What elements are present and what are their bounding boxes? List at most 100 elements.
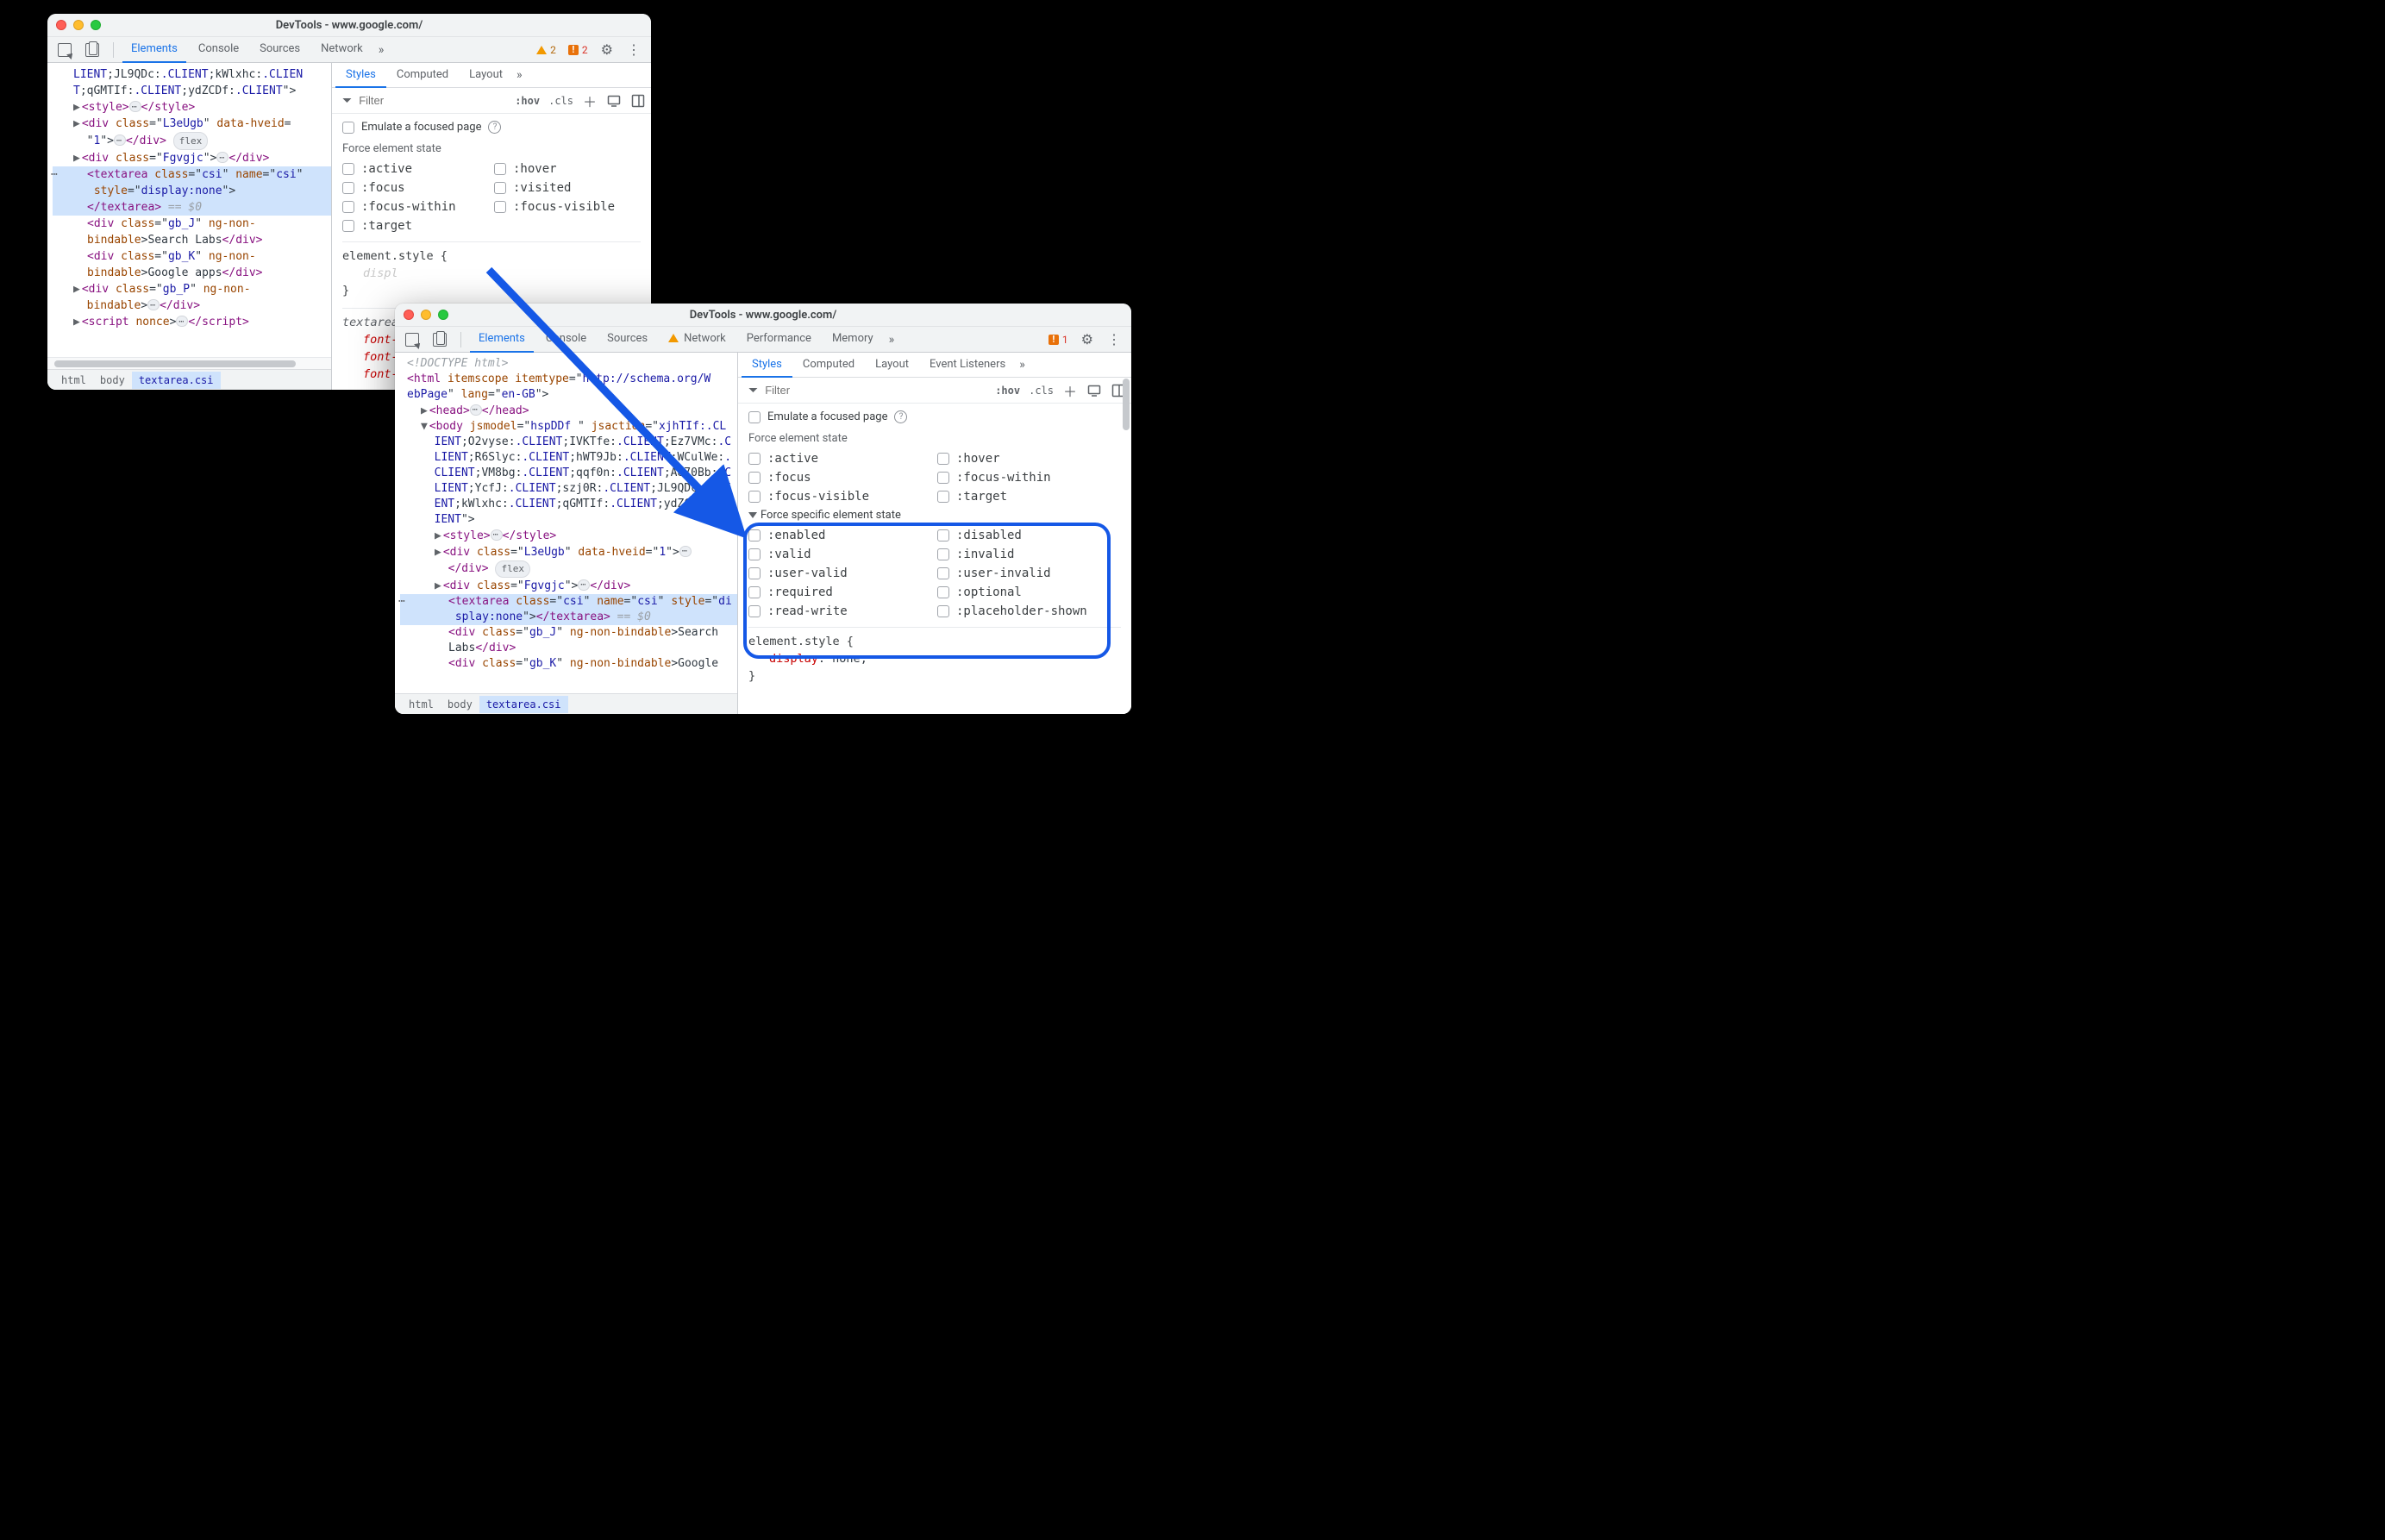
dom-tree[interactable]: LIENT;JL9QDc:.CLIENT;kWlxhc:.CLIEN T;qGM… bbox=[47, 63, 331, 357]
device-toggle-icon[interactable] bbox=[428, 333, 452, 347]
tab-sources[interactable]: Sources bbox=[598, 327, 656, 353]
vertical-scrollbar[interactable] bbox=[1123, 379, 1130, 714]
gutter-ellipsis-icon[interactable]: ⋯ bbox=[398, 594, 407, 610]
minimize-icon[interactable] bbox=[421, 310, 431, 320]
collapsed-icon[interactable] bbox=[679, 546, 692, 557]
tab-network[interactable]: Network bbox=[312, 37, 372, 63]
filter-input[interactable] bbox=[763, 383, 981, 398]
new-style-rule-icon[interactable]: ＋ bbox=[1061, 381, 1080, 400]
tab-computed[interactable]: Computed bbox=[386, 63, 459, 88]
emulate-checkbox[interactable] bbox=[342, 122, 354, 134]
state-disabled[interactable]: :disabled bbox=[937, 529, 1121, 542]
inspect-icon[interactable] bbox=[400, 333, 424, 347]
state-active[interactable]: :active bbox=[748, 452, 932, 466]
more-side-tabs-icon[interactable]: » bbox=[513, 68, 526, 82]
crumb-textarea[interactable]: textarea.csi bbox=[479, 696, 568, 713]
collapsed-icon[interactable] bbox=[176, 316, 188, 327]
state-focus[interactable]: :focus bbox=[748, 471, 932, 485]
warnings-badge[interactable]: 2 bbox=[532, 44, 560, 56]
kebab-menu-icon[interactable]: ⋮ bbox=[622, 41, 646, 58]
help-icon[interactable]: ? bbox=[488, 121, 501, 134]
crumb-html[interactable]: html bbox=[54, 372, 93, 389]
state-valid[interactable]: :valid bbox=[748, 548, 932, 561]
state-visited[interactable]: :visited bbox=[494, 181, 641, 195]
tab-memory[interactable]: Memory bbox=[823, 327, 882, 353]
toggle-cls[interactable]: .cls bbox=[547, 95, 575, 107]
rule-element-style[interactable]: element.style { display: none; } bbox=[748, 627, 1121, 685]
rendering-panel-icon[interactable] bbox=[629, 91, 648, 110]
collapsed-icon[interactable] bbox=[216, 152, 228, 163]
computed-styles-toggle-icon[interactable] bbox=[1085, 381, 1104, 400]
state-required[interactable]: :required bbox=[748, 585, 932, 599]
filter-input[interactable] bbox=[357, 93, 501, 108]
flex-badge[interactable]: flex bbox=[173, 132, 209, 150]
emulate-checkbox[interactable] bbox=[748, 411, 761, 423]
state-user-invalid[interactable]: :user-invalid bbox=[937, 567, 1121, 580]
tab-computed[interactable]: Computed bbox=[792, 353, 865, 378]
crumb-body[interactable]: body bbox=[93, 372, 132, 389]
kebab-menu-icon[interactable]: ⋮ bbox=[1102, 331, 1126, 347]
state-hover[interactable]: :hover bbox=[494, 162, 641, 176]
computed-styles-toggle-icon[interactable] bbox=[604, 91, 623, 110]
minimize-icon[interactable] bbox=[73, 20, 84, 30]
collapsed-icon[interactable] bbox=[491, 529, 503, 541]
new-style-rule-icon[interactable]: ＋ bbox=[580, 91, 599, 110]
crumb-textarea[interactable]: textarea.csi bbox=[132, 372, 221, 389]
tab-sources[interactable]: Sources bbox=[251, 37, 309, 63]
state-target[interactable]: :target bbox=[937, 490, 1121, 504]
toggle-hov[interactable]: :hov bbox=[993, 385, 1022, 397]
traffic-lights[interactable] bbox=[404, 310, 448, 320]
help-icon[interactable]: ? bbox=[894, 410, 907, 423]
tab-layout[interactable]: Layout bbox=[865, 353, 919, 378]
state-user-valid[interactable]: :user-valid bbox=[748, 567, 932, 580]
traffic-lights[interactable] bbox=[56, 20, 101, 30]
state-focus-visible[interactable]: :focus-visible bbox=[494, 200, 641, 214]
state-read-write[interactable]: :read-write bbox=[748, 604, 932, 618]
more-side-tabs-icon[interactable]: » bbox=[1016, 358, 1029, 372]
crumb-html[interactable]: html bbox=[402, 696, 441, 713]
issues-badge[interactable]: !1 bbox=[1044, 334, 1073, 346]
zoom-icon[interactable] bbox=[438, 310, 448, 320]
collapsed-icon[interactable] bbox=[578, 579, 590, 591]
state-invalid[interactable]: :invalid bbox=[937, 548, 1121, 561]
toggle-hov[interactable]: :hov bbox=[513, 95, 541, 107]
state-focus-visible[interactable]: :focus-visible bbox=[748, 490, 932, 504]
state-optional[interactable]: :optional bbox=[937, 585, 1121, 599]
tab-styles[interactable]: Styles bbox=[335, 63, 386, 88]
selected-node[interactable]: <textarea class="csi" name="csi" bbox=[53, 166, 331, 183]
rule-element-style[interactable]: element.style { displ } bbox=[342, 241, 641, 299]
tab-console[interactable]: Console bbox=[190, 37, 247, 63]
settings-gear-icon[interactable]: ⚙ bbox=[596, 41, 618, 58]
toggle-cls[interactable]: .cls bbox=[1027, 385, 1055, 397]
flex-badge[interactable]: flex bbox=[495, 560, 530, 578]
state-active[interactable]: :active bbox=[342, 162, 489, 176]
inspect-icon[interactable] bbox=[53, 43, 77, 57]
state-hover[interactable]: :hover bbox=[937, 452, 1121, 466]
tab-layout[interactable]: Layout bbox=[459, 63, 513, 88]
state-focus-within[interactable]: :focus-within bbox=[937, 471, 1121, 485]
close-icon[interactable] bbox=[404, 310, 414, 320]
issues-badge[interactable]: !2 bbox=[564, 44, 592, 56]
settings-gear-icon[interactable]: ⚙ bbox=[1076, 331, 1099, 347]
tab-elements[interactable]: Elements bbox=[470, 327, 534, 353]
tab-performance[interactable]: Performance bbox=[738, 327, 820, 353]
force-specific-state-toggle[interactable]: Force specific element state bbox=[748, 509, 1121, 522]
tab-styles[interactable]: Styles bbox=[742, 353, 792, 378]
tab-event-listeners[interactable]: Event Listeners bbox=[919, 353, 1016, 378]
state-focus[interactable]: :focus bbox=[342, 181, 489, 195]
tab-elements[interactable]: Elements bbox=[122, 37, 186, 63]
collapsed-icon[interactable] bbox=[147, 299, 160, 310]
gutter-ellipsis-icon[interactable]: ⋯ bbox=[51, 166, 59, 183]
crumb-body[interactable]: body bbox=[441, 696, 479, 713]
device-toggle-icon[interactable] bbox=[80, 43, 104, 57]
collapsed-icon[interactable] bbox=[114, 135, 126, 146]
zoom-icon[interactable] bbox=[91, 20, 101, 30]
collapsed-icon[interactable] bbox=[470, 404, 482, 416]
more-tabs-icon[interactable]: » bbox=[886, 333, 898, 347]
more-tabs-icon[interactable]: » bbox=[375, 43, 388, 57]
state-placeholder-shown[interactable]: :placeholder-shown bbox=[937, 604, 1121, 618]
collapsed-icon[interactable] bbox=[129, 101, 141, 112]
state-focus-within[interactable]: :focus-within bbox=[342, 200, 489, 214]
selected-node[interactable]: <textarea class="csi" name="csi" style="… bbox=[400, 594, 737, 610]
tab-network[interactable]: Network bbox=[660, 327, 735, 353]
